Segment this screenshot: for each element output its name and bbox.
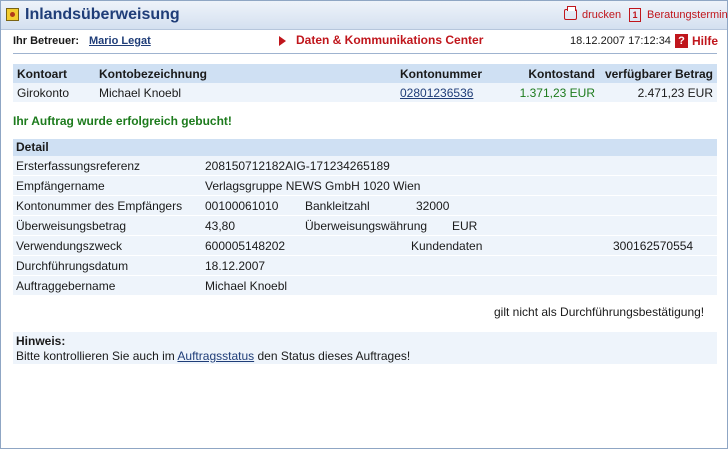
hint-text-after: den Status dieses Auftrages! <box>254 349 411 363</box>
window-frame: Inlandsüberweisung drucken 1 Beratungste… <box>0 0 728 449</box>
confirmation-note: gilt nicht als Durchführungsbestätigung! <box>494 305 705 319</box>
account-table: Kontoart Kontobezeichnung Kontonummer Ko… <box>13 64 717 102</box>
detail-row: Ersterfassungsreferenz 208150712182AIG-1… <box>13 156 717 176</box>
col-header-balance: Kontostand <box>486 64 599 83</box>
detail-row: Verwendungszweck 600005148202 Kundendate… <box>13 236 717 256</box>
detail-row: Überweisungsbetrag 43,80 Überweisungswäh… <box>13 216 717 236</box>
recipient-account-value: 00100061010 <box>205 199 279 213</box>
datetime: 18.12.2007 17:12:34 <box>570 35 671 47</box>
page-title: Inlandsüberweisung <box>25 6 180 23</box>
reference-label: Ersterfassungsreferenz <box>16 159 141 173</box>
account-balance: 1.371,23 EUR <box>486 83 599 102</box>
bank-code-label: Bankleitzahl <box>305 199 370 213</box>
hint-text-before: Bitte kontrollieren Sie auch im <box>16 349 178 363</box>
hint-text: Bitte kontrollieren Sie auch im Auftrags… <box>16 349 410 363</box>
execution-date-label: Durchführungsdatum <box>16 259 129 273</box>
recipient-value: Verlagsgruppe NEWS GmbH 1020 Wien <box>205 179 421 193</box>
recipient-label: Empfängername <box>16 179 105 193</box>
customer-data-value: 300162570554 <box>613 239 694 253</box>
hint-box: Hinweis: Bitte kontrollieren Sie auch im… <box>13 332 717 364</box>
currency-value: EUR <box>452 219 478 233</box>
reference-value: 208150712182AIG-171234265189 <box>205 159 390 173</box>
account-type: Girokonto <box>13 83 95 102</box>
detail-row: Auftraggebername Michael Knoebl <box>13 276 717 296</box>
transfer-icon <box>6 8 19 21</box>
execution-date-value: 18.12.2007 <box>205 259 266 273</box>
orderer-label: Auftraggebername <box>16 279 116 293</box>
orderer-value: Michael Knoebl <box>205 279 288 293</box>
advisor-link[interactable]: Mario Legat <box>89 35 151 47</box>
account-name: Michael Knoebl <box>95 83 396 102</box>
printer-icon[interactable] <box>564 6 577 20</box>
success-message: Ihr Auftrag wurde erfolgreich gebucht! <box>13 114 232 128</box>
recipient-account-label: Kontonummer des Empfängers <box>16 199 183 213</box>
amount-label: Überweisungsbetrag <box>16 219 127 233</box>
subheader: Ihr Betreuer: Mario Legat Daten & Kommun… <box>13 33 718 53</box>
purpose-value: 600005148202 <box>205 239 286 253</box>
purpose-label: Verwendungszweck <box>16 239 123 253</box>
table-header-row: Kontoart Kontobezeichnung Kontonummer Ko… <box>13 64 717 83</box>
account-number-link[interactable]: 02801236536 <box>400 86 473 100</box>
table-row: Girokonto Michael Knoebl 02801236536 1.3… <box>13 83 717 102</box>
order-status-link[interactable]: Auftragsstatus <box>177 349 254 363</box>
customer-data-label: Kundendaten <box>411 239 483 253</box>
print-link[interactable]: drucken <box>582 9 621 21</box>
detail-heading: Detail <box>13 139 717 156</box>
currency-label: Überweisungswährung <box>305 219 428 233</box>
divider <box>13 53 717 54</box>
col-header-account-type: Kontoart <box>13 64 95 83</box>
col-header-account-number: Kontonummer <box>396 64 486 83</box>
detail-row: Kontonummer des Empfängers 00100061010 B… <box>13 196 717 216</box>
help-link[interactable]: Hilfe <box>692 34 718 48</box>
amount-value: 43,80 <box>205 219 236 233</box>
bank-code-value: 32000 <box>416 199 450 213</box>
col-header-account-name: Kontobezeichnung <box>95 64 396 83</box>
arrow-right-icon <box>279 36 286 46</box>
help-icon[interactable]: ? <box>675 34 688 48</box>
hint-title: Hinweis: <box>16 334 66 348</box>
col-header-available: verfügbarer Betrag <box>599 64 717 83</box>
detail-row: Durchführungsdatum 18.12.2007 <box>13 256 717 276</box>
detail-section: Detail Ersterfassungsreferenz 2081507121… <box>13 139 717 296</box>
title-bar: Inlandsüberweisung drucken 1 Beratungste… <box>1 1 728 30</box>
detail-row: Empfängername Verlagsgruppe NEWS GmbH 10… <box>13 176 717 196</box>
data-communication-center-link[interactable]: Daten & Kommunikations Center <box>296 33 483 47</box>
appointment-link[interactable]: Beratungstermin <box>647 9 728 21</box>
available-amount: 2.471,23 EUR <box>599 83 717 102</box>
calendar-icon[interactable]: 1 <box>629 8 641 22</box>
advisor-label: Ihr Betreuer: <box>13 35 80 47</box>
